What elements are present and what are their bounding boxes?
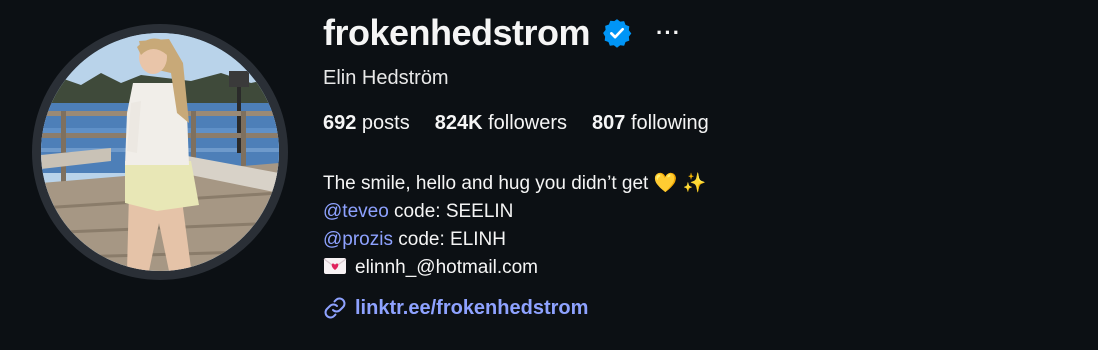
- bio-text-3: code: ELINH: [392, 229, 506, 250]
- external-link-text: linktr.ee/frokenhedstrom: [355, 296, 589, 319]
- profile-stats: 692 posts 824K followers 807 following: [323, 112, 1063, 135]
- followers-number: 824K: [434, 112, 483, 134]
- external-link[interactable]: linktr.ee/frokenhedstrom: [323, 296, 1063, 320]
- profile-header: frokenhedstrom ··· Elin Hedström 692 pos…: [0, 0, 1098, 350]
- posts-count[interactable]: 692 posts: [323, 112, 410, 135]
- bio-email: elinnh_@hotmail.com: [355, 257, 538, 278]
- followers-label: followers: [482, 112, 568, 134]
- posts-number: 692: [323, 112, 357, 134]
- bio: The smile, hello and hug you didn’t get …: [323, 169, 1063, 282]
- yellow-heart-icon: 💛: [653, 172, 678, 194]
- verified-badge-icon: [602, 18, 632, 48]
- following-count[interactable]: 807 following: [592, 112, 709, 135]
- love-letter-icon: [323, 257, 347, 275]
- bio-text-1: The smile, hello and hug you didn’t get: [323, 173, 654, 194]
- bio-line-1: The smile, hello and hug you didn’t get …: [323, 169, 1063, 198]
- following-label: following: [625, 112, 709, 134]
- link-icon: [323, 296, 347, 320]
- full-name: Elin Hedström: [323, 67, 449, 89]
- mention-teveo[interactable]: @teveo: [323, 201, 389, 222]
- posts-label: posts: [356, 112, 410, 134]
- bio-text-2: code: SEELIN: [388, 201, 514, 222]
- sparkles-icon: ✨: [682, 172, 707, 194]
- followers-count[interactable]: 824K followers: [435, 112, 567, 135]
- avatar-ring[interactable]: [32, 24, 288, 280]
- following-number: 807: [592, 112, 626, 134]
- username-row: frokenhedstrom ···: [323, 10, 1063, 56]
- avatar[interactable]: [41, 33, 279, 271]
- mention-prozis[interactable]: @prozis: [323, 229, 393, 250]
- profile-info: frokenhedstrom ··· Elin Hedström 692 pos…: [323, 10, 1063, 320]
- profile-photo: [41, 33, 279, 271]
- username: frokenhedstrom: [323, 12, 591, 53]
- bio-line-2: @teveo code: SEELIN: [323, 198, 1063, 226]
- bio-line-4: elinnh_@hotmail.com: [323, 254, 1063, 282]
- bio-line-3: @prozis code: ELINH: [323, 226, 1063, 254]
- more-options-icon[interactable]: ···: [656, 22, 681, 44]
